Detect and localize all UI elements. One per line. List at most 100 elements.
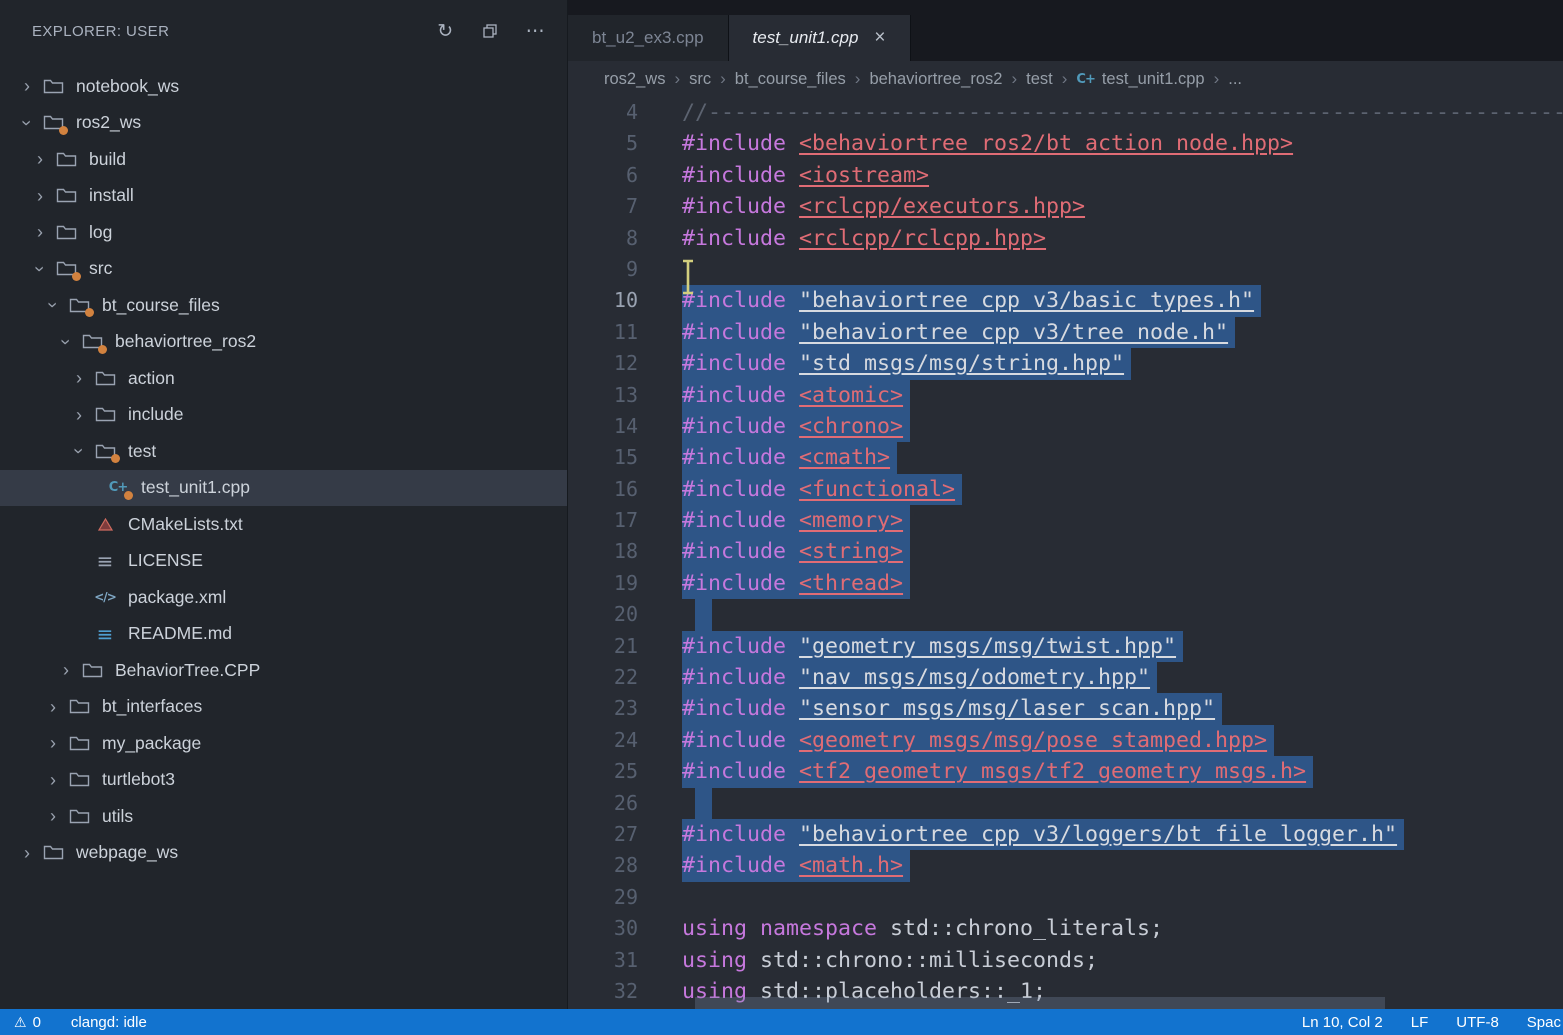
clangd-status[interactable]: clangd: idle [71, 1014, 147, 1031]
code-line-18[interactable]: 18#include <string> [568, 536, 1563, 567]
code-line-16[interactable]: 16#include <functional> [568, 474, 1563, 505]
more-actions-icon[interactable]: ⋯ [526, 22, 545, 41]
breadcrumb-item-test[interactable]: test [1026, 70, 1053, 89]
list-icon: ≡ [90, 549, 120, 573]
close-icon[interactable]: × [874, 27, 885, 49]
breadcrumb-item-...[interactable]: ... [1228, 70, 1242, 89]
code-area[interactable]: 4//-------------------------------------… [568, 97, 1563, 1009]
tree-item-test_unit1.cpp[interactable]: C+test_unit1.cpp [0, 470, 567, 507]
tree-item-webpage_ws[interactable]: ›webpage_ws [0, 835, 567, 872]
tree-item-notebook_ws[interactable]: ›notebook_ws [0, 68, 567, 105]
tree-item-bt_course_files[interactable]: ›bt_course_files [0, 287, 567, 324]
tree-item-build[interactable]: ›build [0, 141, 567, 178]
code-text: #include <memory> [682, 505, 910, 536]
explorer-title: EXPLORER: USER [32, 23, 169, 40]
code-line-25[interactable]: 25#include <tf2_geometry_msgs/tf2_geomet… [568, 756, 1563, 787]
chevron-down-icon: › [44, 294, 62, 316]
code-line-4[interactable]: 4//-------------------------------------… [568, 97, 1563, 128]
line-number: 10 [568, 285, 638, 316]
tree-item-include[interactable]: ›include [0, 397, 567, 434]
line-number: 12 [568, 348, 638, 379]
code-text: #include <atomic> [682, 380, 910, 411]
code-line-14[interactable]: 14#include <chrono> [568, 411, 1563, 442]
code-line-23[interactable]: 23#include "sensor_msgs/msg/laser_scan.h… [568, 693, 1563, 724]
code-line-6[interactable]: 6#include <iostream> [568, 160, 1563, 191]
tree-item-action[interactable]: ›action [0, 360, 567, 397]
explorer-actions: ↻⋯ [437, 22, 545, 41]
tree-item-utils[interactable]: ›utils [0, 798, 567, 835]
folder-icon [77, 330, 107, 354]
collapse-folders-icon[interactable] [482, 23, 498, 39]
breadcrumb-item-src[interactable]: src [689, 70, 711, 89]
breadcrumb-label: behaviortree_ros2 [869, 70, 1002, 89]
code-line-26[interactable]: 26 [568, 788, 1563, 819]
code-line-11[interactable]: 11#include "behaviortree_cpp_v3/tree_nod… [568, 317, 1563, 348]
line-number: 21 [568, 631, 638, 662]
breadcrumb-item-test_unit1.cpp[interactable]: C+test_unit1.cpp [1076, 70, 1204, 89]
breadcrumb-item-ros2_ws[interactable]: ros2_ws [604, 70, 665, 89]
chevron-right-icon: › [29, 187, 51, 205]
code-text: #include <cmath> [682, 442, 897, 473]
breadcrumb-item-behaviortree_ros2[interactable]: behaviortree_ros2 [869, 70, 1002, 89]
code-line-24[interactable]: 24#include <geometry_msgs/msg/pose_stamp… [568, 725, 1563, 756]
tree-item-label: action [128, 368, 175, 389]
code-text: #include <geometry_msgs/msg/pose_stamped… [682, 725, 1274, 756]
problems-indicator[interactable]: ⚠ 0 [14, 1014, 41, 1031]
status-indentation[interactable]: Spac [1527, 1014, 1561, 1031]
code-line-13[interactable]: 13#include <atomic> [568, 380, 1563, 411]
code-line-28[interactable]: 28#include <math.h> [568, 850, 1563, 881]
chevron-down-icon: › [31, 258, 49, 280]
tree-item-turtlebot3[interactable]: ›turtlebot3 [0, 762, 567, 799]
tree-item-LICENSE[interactable]: ≡LICENSE [0, 543, 567, 580]
code-line-19[interactable]: 19#include <thread> [568, 568, 1563, 599]
code-line-5[interactable]: 5#include <behaviortree_ros2/bt_action_n… [568, 128, 1563, 159]
tree-item-ros2_ws[interactable]: ›ros2_ws [0, 105, 567, 142]
tab-test_unit1.cpp[interactable]: test_unit1.cpp× [729, 15, 911, 61]
tree-item-log[interactable]: ›log [0, 214, 567, 251]
tree-item-my_package[interactable]: ›my_package [0, 725, 567, 762]
line-number: 26 [568, 788, 638, 819]
code-line-30[interactable]: 30using namespace std::chrono_literals; [568, 913, 1563, 944]
refresh-icon[interactable]: ↻ [437, 22, 453, 41]
tree-item-behaviortree_ros2[interactable]: ›behaviortree_ros2 [0, 324, 567, 361]
chevron-right-icon: › [55, 661, 77, 679]
line-number: 30 [568, 913, 638, 944]
status-eol-sequence[interactable]: LF [1411, 1014, 1429, 1031]
code-line-17[interactable]: 17 #include <memory> [568, 505, 1563, 536]
code-line-29[interactable]: 29 [568, 882, 1563, 913]
code-line-27[interactable]: 27#include "behaviortree_cpp_v3/loggers/… [568, 819, 1563, 850]
code-line-9[interactable]: 9 [568, 254, 1563, 285]
folder-icon [64, 695, 94, 719]
tree-item-bt_interfaces[interactable]: ›bt_interfaces [0, 689, 567, 726]
tree-item-test[interactable]: ›test [0, 433, 567, 470]
chevron-right-icon: › [16, 844, 38, 862]
code-line-22[interactable]: 22#include "nav_msgs/msg/odometry.hpp" [568, 662, 1563, 693]
chevron-right-icon: › [29, 223, 51, 241]
folder-icon [51, 257, 81, 281]
code-line-15[interactable]: 15#include <cmath> [568, 442, 1563, 473]
status-cursor-position[interactable]: Ln 10, Col 2 [1302, 1014, 1383, 1031]
tree-item-src[interactable]: ›src [0, 251, 567, 288]
tree-item-README.md[interactable]: ≡README.md [0, 616, 567, 653]
main-area: EXPLORER: USER ↻⋯ ›notebook_ws›ros2_ws›b… [0, 0, 1563, 1009]
breadcrumb-item-bt_course_files[interactable]: bt_course_files [735, 70, 846, 89]
tree-item-install[interactable]: ›install [0, 178, 567, 215]
code-line-7[interactable]: 7#include <rclcpp/executors.hpp> [568, 191, 1563, 222]
code-line-10[interactable]: 10#include "behaviortree_cpp_v3/basic_ty… [568, 285, 1563, 316]
tab-bt_u2_ex3.cpp[interactable]: bt_u2_ex3.cpp [568, 15, 729, 61]
code-line-20[interactable]: 20 [568, 599, 1563, 630]
line-number: 25 [568, 756, 638, 787]
status-encoding[interactable]: UTF-8 [1456, 1014, 1499, 1031]
code-text: #include <string> [682, 536, 910, 567]
code-line-12[interactable]: 12#include "std_msgs/msg/string.hpp" [568, 348, 1563, 379]
tree-item-package.xml[interactable]: </>package.xml [0, 579, 567, 616]
tree-item-CMakeLists.txt[interactable]: CMakeLists.txt [0, 506, 567, 543]
code-line-21[interactable]: 21#include "geometry_msgs/msg/twist.hpp" [568, 631, 1563, 662]
line-number: 17 [568, 505, 638, 536]
tree-item-BehaviorTree.CPP[interactable]: ›BehaviorTree.CPP [0, 652, 567, 689]
breadcrumb-label: ... [1228, 70, 1242, 89]
code-text: #include <functional> [682, 474, 962, 505]
code-line-8[interactable]: 8#include <rclcpp/rclcpp.hpp> [568, 223, 1563, 254]
code-line-31[interactable]: 31using std::chrono::milliseconds; [568, 945, 1563, 976]
horizontal-scrollbar[interactable] [695, 997, 1385, 1009]
